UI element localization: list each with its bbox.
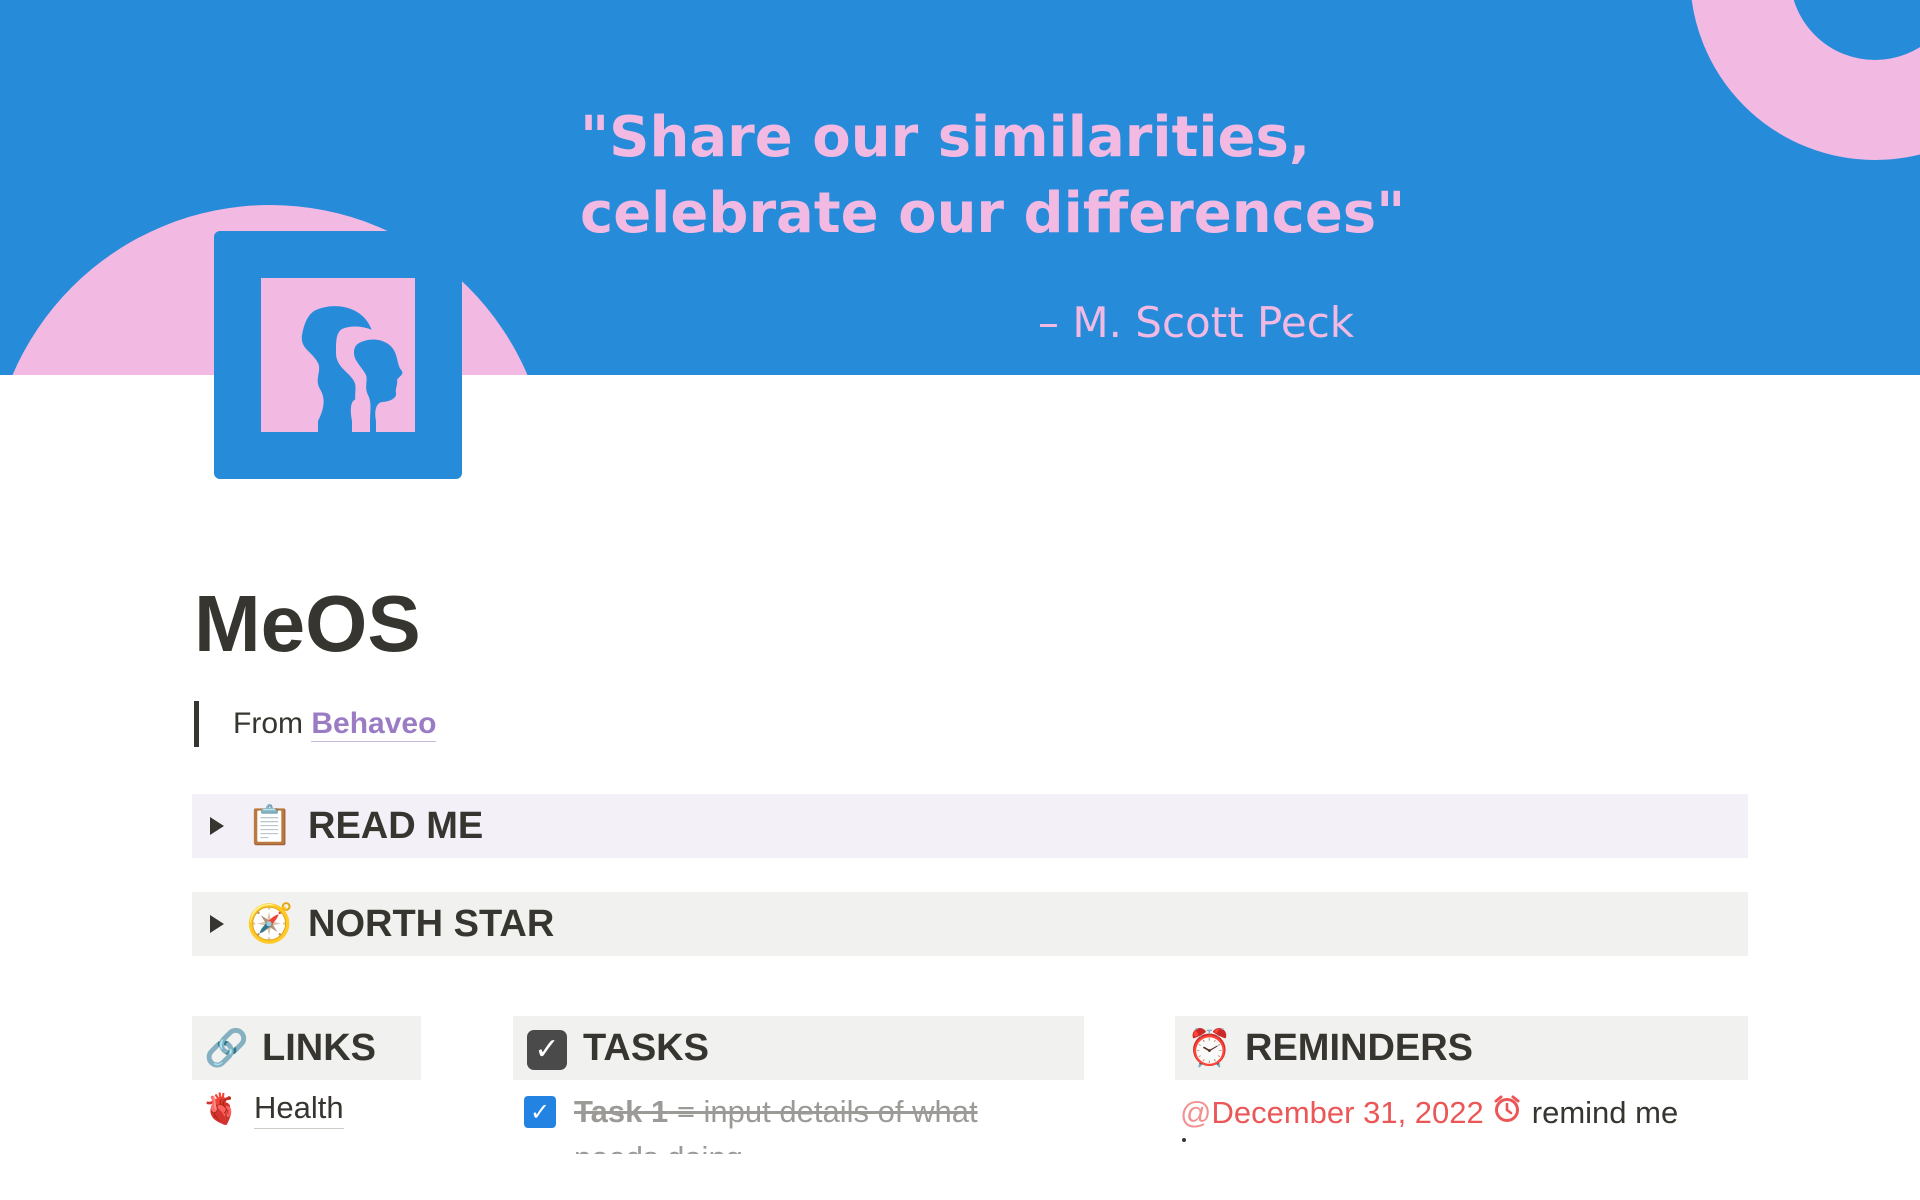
reminder-note[interactable]: remind me [1532,1095,1678,1131]
toggle-read-me[interactable]: 📋 READ ME [192,794,1748,858]
task-detail[interactable]: = input details of what [668,1094,978,1130]
toggle-arrow-icon[interactable] [210,817,224,835]
clipboard-icon: 📋 [246,805,294,847]
page-title[interactable]: MeOS [194,578,421,670]
anatomical-heart-icon: 🫀 [202,1093,240,1126]
reminders-heading: ⏰ REMINDERS [1175,1016,1748,1080]
reminders-heading-label: REMINDERS [1245,1026,1474,1069]
cover-decor-ring [1690,0,1920,160]
links-heading-label: LINKS [262,1026,376,1069]
links-heading: 🔗 LINKS [192,1016,421,1080]
task-detail-continued: needs doing [574,1140,743,1154]
behaveo-link[interactable]: Behaveo [311,707,437,742]
toggle-north-star-label: NORTH STAR [308,902,555,945]
task-item: ✓ Task 1 = input details of what needs d… [524,1094,978,1154]
alarm-clock-icon [1492,1094,1522,1132]
task-checkbox[interactable]: ✓ [524,1096,556,1128]
link-icon: 🔗 [204,1027,249,1068]
tasks-heading: ✓ TASKS [513,1016,1084,1080]
two-faces-profile-icon[interactable] [214,231,462,479]
compass-icon: 🧭 [246,903,294,945]
reminder-item: @December 31, 2022 remind me [1180,1094,1678,1142]
alarm-clock-icon: ⏰ [1187,1027,1232,1068]
faces-silhouette-icon [301,306,403,432]
cover-quote: "Share our similarities, celebrate our d… [580,100,1405,252]
toggle-read-me-label: READ ME [308,804,484,847]
list-item[interactable]: 🫀 Health [202,1090,344,1129]
toggle-north-star[interactable]: 🧭 NORTH STAR [192,892,1748,956]
list-bullet [1182,1138,1186,1142]
tasks-heading-label: TASKS [583,1026,709,1069]
from-quote-block: From Behaveo [194,701,437,747]
cover-quote-line-2: celebrate our differences" [580,181,1406,246]
toggle-arrow-icon[interactable] [210,915,224,933]
cover-quote-author: – M. Scott Peck [1038,298,1355,347]
reminder-date: December 31, 2022 [1211,1095,1484,1130]
task-title[interactable]: Task 1 [574,1094,668,1130]
from-label: From [233,707,303,740]
checkbox-icon: ✓ [525,1026,569,1070]
cover-quote-line-1: "Share our similarities, [580,105,1311,170]
reminder-date-mention[interactable]: @December 31, 2022 [1180,1095,1484,1131]
health-page-link[interactable]: Health [254,1090,344,1129]
